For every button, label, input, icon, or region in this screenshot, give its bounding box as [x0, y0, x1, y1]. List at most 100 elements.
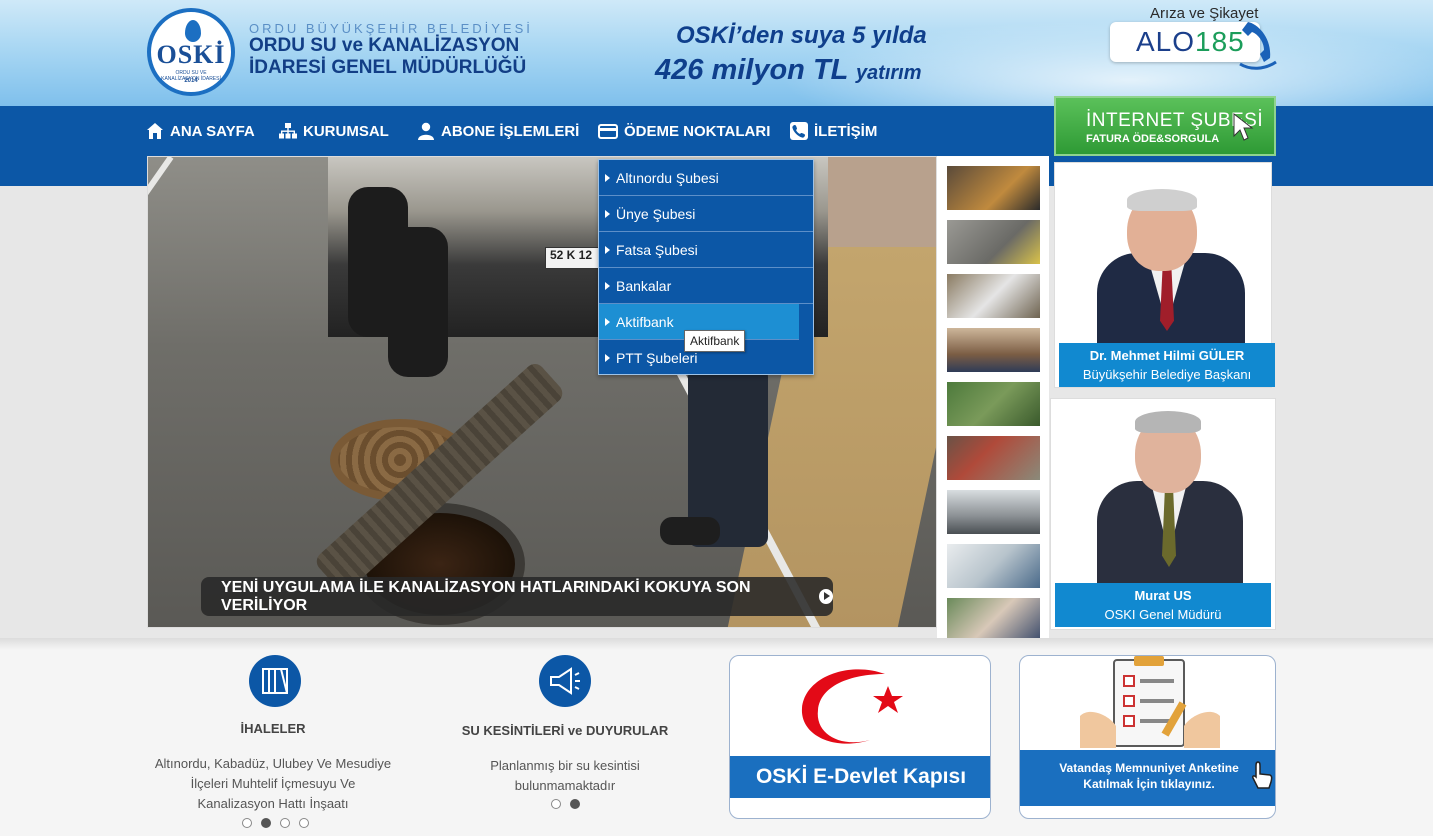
tenders-text-line: Kanalizasyon Hattı İnşaatı [197, 796, 349, 811]
thumbnail[interactable] [947, 166, 1040, 210]
dropdown-item-fatsa[interactable]: Fatsa Şubesi [599, 232, 813, 268]
nav-subscriber[interactable]: ABONE İŞLEMLERİ [417, 121, 579, 141]
mayor-card[interactable]: Dr. Mehmet Hilmi GÜLER Büyükşehir Beledi… [1054, 162, 1275, 388]
dropdown-item-label: Ünye Şubesi [616, 205, 696, 222]
phone-icon [790, 122, 808, 140]
nav-home[interactable]: ANA SAYFA [146, 121, 255, 141]
nav-payment-label: ÖDEME NOKTALARI [624, 122, 771, 140]
caret-right-icon [605, 281, 610, 290]
thumbnail[interactable] [947, 382, 1040, 426]
thumbnail[interactable] [947, 544, 1040, 588]
tenders-pagination [242, 818, 309, 828]
nav-subscriber-label: ABONE İŞLEMLERİ [441, 122, 580, 140]
survey-label-line: Katılmak İçin tıklayınız. [1083, 777, 1215, 791]
slider-thumbnails [937, 156, 1049, 642]
tenders-text[interactable]: Altınordu, Kabadüz, Ulubey Ve Mesudiye İ… [140, 754, 406, 814]
dropdown-item-altinordu[interactable]: Altınordu Şubesi [599, 160, 813, 196]
chevron-right-icon[interactable] [960, 716, 978, 746]
hair [1127, 189, 1197, 211]
slogan-line1: OSKİ’den suya 5 yılda [676, 22, 927, 49]
internet-branch-button[interactable]: İNTERNET ŞUBESİ FATURA ÖDE&SORGULA [1054, 96, 1276, 156]
thumbnail[interactable] [947, 220, 1040, 264]
slide-caption-link[interactable]: YENİ UYGULAMA İLE KANALİZASYON HATLARIND… [201, 577, 833, 616]
news-slider[interactable]: 52 K 12 [147, 156, 937, 628]
dropdown-item-banks[interactable]: Bankalar [599, 268, 813, 304]
logo-text: OSKİ [156, 40, 226, 69]
slide-truck-tire [388, 227, 448, 377]
pagination-dot[interactable] [242, 818, 252, 828]
logo-year: 2014 [184, 78, 198, 84]
org-name-line1: ORDU SU ve KANALİZASYON [249, 35, 520, 56]
thumbnail[interactable] [947, 598, 1040, 642]
edevlet-logo-icon [801, 669, 903, 744]
thumbnail[interactable] [947, 436, 1040, 480]
pointer-cursor-icon [1233, 112, 1254, 141]
mayor-label: Dr. Mehmet Hilmi GÜLER Büyükşehir Beledi… [1059, 343, 1275, 387]
slide-worker-boot [660, 517, 720, 545]
thumbnail[interactable] [947, 328, 1040, 372]
dropdown-item-label: Altınordu Şubesi [616, 169, 719, 186]
survey-label: Vatandaş Memnuniyet Anketine Katılmak İç… [1020, 750, 1275, 806]
caret-right-icon [605, 245, 610, 254]
general-manager-photo [1051, 399, 1275, 583]
general-manager-label: Murat US OSKI Genel Müdürü [1055, 583, 1271, 627]
thumbnail[interactable] [947, 490, 1040, 534]
clipboard-checklist-icon [1080, 656, 1220, 748]
announcements-text: Planlanmış bir su kesintisi bulunmamakta… [440, 756, 690, 796]
alo-text: ALO185 [1136, 26, 1245, 58]
general-manager-card[interactable]: Murat US OSKI Genel Müdürü [1050, 398, 1276, 630]
tenders-title[interactable]: İHALELER [148, 721, 398, 736]
nav-contact[interactable]: İLETİŞİM [790, 121, 877, 141]
nav-contact-label: İLETİŞİM [814, 122, 878, 140]
hair [1135, 411, 1201, 433]
announcements-text-line: bulunmamaktadır [514, 778, 616, 793]
tooltip: Aktifbank [684, 330, 746, 352]
mayor-role: Büyükşehir Belediye Başkanı [1082, 367, 1252, 382]
thumbnail[interactable] [947, 274, 1040, 318]
nav-corporate-label: KURUMSAL [303, 122, 389, 140]
announcements-title[interactable]: SU KESİNTİLERİ ve DUYURULAR [440, 723, 690, 738]
nav-payment-points[interactable]: ÖDEME NOKTALARI [598, 121, 770, 141]
caret-right-icon [605, 209, 610, 218]
mayor-photo [1055, 163, 1271, 343]
caret-right-icon [605, 354, 610, 362]
nav-corporate[interactable]: KURUMSAL [279, 121, 389, 141]
slogan-suffix: yatırım [855, 62, 922, 84]
slogan-amount: 426 milyon TL [655, 54, 848, 86]
sitemap-icon [279, 123, 297, 139]
hand-pointer-icon [1252, 761, 1273, 789]
general-manager-name: Murat US [1134, 588, 1192, 603]
announcements-icon-circle[interactable] [539, 655, 591, 707]
edevlet-label: OSKİ E-Devlet Kapısı [730, 756, 990, 798]
edevlet-banner[interactable]: OSKİ E-Devlet Kapısı [729, 655, 991, 819]
caret-right-icon [605, 173, 610, 182]
survey-banner[interactable]: Vatandaş Memnuniyet Anketine Katılmak İç… [1019, 655, 1276, 819]
pagination-dot[interactable] [299, 818, 309, 828]
pagination-dot-active[interactable] [261, 818, 271, 828]
slide-caption-text: YENİ UYGULAMA İLE KANALİZASYON HATLARIND… [221, 578, 751, 614]
chevron-left-icon[interactable] [742, 716, 760, 746]
announcements-text-line: Planlanmış bir su kesintisi [490, 758, 640, 773]
slide-plate: 52 K 12 [545, 247, 605, 269]
dropdown-item-label: Aktifbank [616, 313, 674, 330]
org-municipality: ORDU BÜYÜKŞEHİR BELEDİYESİ [249, 21, 533, 36]
dropdown-item-label: Fatsa Şubesi [616, 241, 698, 258]
credit-card-icon [598, 124, 618, 139]
tenders-text-line: Altınordu, Kabadüz, Ulubey Ve Mesudiye [154, 756, 392, 771]
oski-logo[interactable]: OSKİ ORDU SU VE KANALİZASYON İDARESİ 201… [147, 8, 235, 96]
books-icon [262, 668, 288, 694]
chevron-right-circle-icon [818, 589, 833, 604]
water-drop-icon [185, 20, 201, 42]
announcements-pagination [551, 799, 580, 809]
dropdown-item-unye[interactable]: Ünye Şubesi [599, 196, 813, 232]
alo-word: ALO [1136, 26, 1196, 57]
tenders-icon-circle[interactable] [249, 655, 301, 707]
pagination-dot[interactable] [551, 799, 561, 809]
home-icon [147, 123, 163, 139]
mayor-name: Dr. Mehmet Hilmi GÜLER [1089, 348, 1245, 363]
general-manager-role: OSKI Genel Müdürü [1104, 607, 1222, 622]
pagination-dot-active[interactable] [570, 799, 580, 809]
pagination-dot[interactable] [280, 818, 290, 828]
bottom-divider [0, 638, 1433, 650]
user-icon [418, 122, 434, 140]
